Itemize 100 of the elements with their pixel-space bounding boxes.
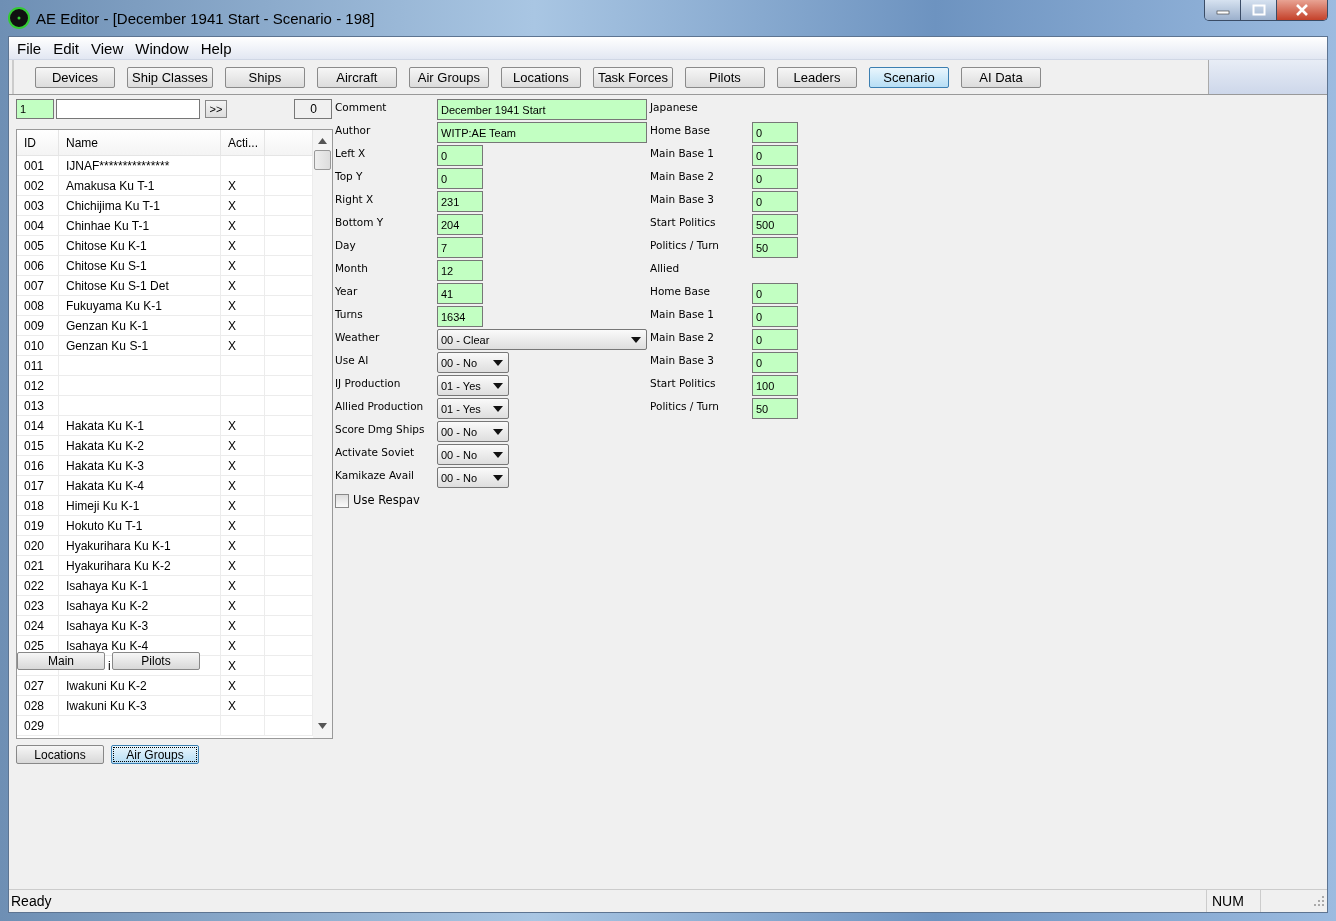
toolbar-button[interactable]: Leaders — [776, 66, 857, 88]
menu-item[interactable]: View — [85, 39, 130, 57]
minimize-button[interactable] — [1205, 0, 1241, 20]
input-field[interactable]: 50 — [752, 237, 798, 258]
toolbar-button[interactable]: Aircraft — [316, 66, 397, 88]
index-field[interactable]: 1 — [16, 99, 54, 119]
scroll-bar[interactable] — [313, 130, 332, 738]
input-field[interactable]: 41 — [437, 283, 483, 304]
dropdown[interactable]: 01 - Yes — [437, 375, 509, 396]
toolbar-button[interactable]: Ship Classes — [127, 66, 213, 88]
table-cell: Isahaya Ku K-1 — [59, 576, 221, 596]
menu-item[interactable]: Edit — [47, 39, 86, 57]
list-tab[interactable]: Air Groups — [111, 745, 199, 764]
input-field[interactable]: 500 — [752, 214, 798, 235]
toolbar-button[interactable]: Devices — [35, 66, 115, 88]
table-cell: 009 — [17, 316, 59, 336]
input-field[interactable]: 0 — [752, 145, 798, 166]
toolbar-button[interactable]: Pilots — [684, 66, 765, 88]
table-cell: Hakata Ku K-4 — [59, 476, 221, 496]
input-field[interactable]: 0 — [752, 306, 798, 327]
count-field: 0 — [294, 99, 332, 119]
input-field[interactable]: 0 — [437, 168, 483, 189]
caret-icon — [493, 451, 503, 458]
table-cell: X — [221, 416, 265, 436]
input-field[interactable]: 231 — [437, 191, 483, 212]
table-cell: Fukuyama Ku K-1 — [59, 296, 221, 316]
field-label: Left X — [335, 146, 367, 159]
list-tab[interactable]: Locations — [16, 745, 104, 764]
table-cell: Genzan Ku K-1 — [59, 316, 221, 336]
input-field[interactable]: 0 — [752, 168, 798, 189]
table-cell: X — [221, 236, 265, 256]
table-cell: X — [221, 616, 265, 636]
menu-item[interactable]: Window — [129, 39, 195, 57]
dropdown[interactable]: 00 - Clear — [437, 329, 647, 350]
table-cell: Chitose Ku S-1 Det — [59, 276, 221, 296]
table-cell: 017 — [17, 476, 59, 496]
field-label: Month — [335, 261, 369, 274]
table-cell: 004 — [17, 216, 59, 236]
table-cell: 028 — [17, 696, 59, 716]
table-cell: 022 — [17, 576, 59, 596]
input-field[interactable]: 50 — [752, 398, 798, 419]
dropdown[interactable]: 00 - No — [437, 467, 509, 488]
input-field[interactable]: WITP:AE Team — [437, 122, 647, 143]
table-cell: 003 — [17, 196, 59, 216]
toolbar-button[interactable]: Air Groups — [408, 66, 489, 88]
checkbox-label[interactable]: Use Respav — [349, 490, 420, 507]
input-field[interactable]: 0 — [752, 191, 798, 212]
status-message: Ready — [10, 893, 53, 909]
overlay-button[interactable]: Main — [17, 652, 105, 670]
input-field[interactable]: 0 — [752, 329, 798, 350]
field-label: Home Base — [650, 123, 711, 136]
table-cell: Chinhae Ku T-1 — [59, 216, 221, 236]
dropdown[interactable]: 00 - No — [437, 444, 509, 465]
table-cell: Iwakuni Ku K-2 — [59, 676, 221, 696]
column-header[interactable]: Acti... — [221, 130, 265, 155]
input-field[interactable]: 1634 — [437, 306, 483, 327]
close-button[interactable] — [1277, 0, 1327, 20]
table-cell: X — [221, 336, 265, 356]
table-cell: 029 — [17, 716, 59, 736]
table-cell: 021 — [17, 556, 59, 576]
input-field[interactable]: 0 — [752, 283, 798, 304]
column-header[interactable]: ID — [17, 130, 59, 155]
toolbar-button[interactable]: Task Forces — [592, 66, 673, 88]
input-field[interactable]: 0 — [437, 145, 483, 166]
table-cell: 019 — [17, 516, 59, 536]
toolbar-button[interactable]: Scenario — [868, 66, 949, 88]
table-cell: X — [221, 496, 265, 516]
checkbox[interactable] — [335, 494, 349, 508]
table-cell: 011 — [17, 356, 59, 376]
menu-item[interactable]: File — [11, 39, 48, 57]
scroll-thumb[interactable] — [314, 150, 331, 170]
search-field[interactable] — [56, 99, 200, 119]
input-field[interactable]: 204 — [437, 214, 483, 235]
input-field[interactable]: 100 — [752, 375, 798, 396]
dropdown[interactable]: 00 - No — [437, 421, 509, 442]
input-field[interactable]: 0 — [752, 352, 798, 373]
dropdown[interactable]: 00 - No — [437, 352, 509, 373]
input-field[interactable]: December 1941 Start — [437, 99, 647, 120]
menu-item[interactable]: Help — [194, 39, 238, 57]
toolbar-button[interactable]: Ships — [224, 66, 305, 88]
input-field[interactable]: 0 — [752, 122, 798, 143]
go-button[interactable]: >> — [205, 100, 227, 118]
section-heading: Allied — [650, 261, 681, 274]
input-field[interactable]: 12 — [437, 260, 483, 281]
toolbar-button[interactable]: Locations — [500, 66, 581, 88]
scroll-up-icon — [318, 138, 327, 144]
input-field[interactable]: 7 — [437, 237, 483, 258]
table-cell: Hyakurihara Ku K-2 — [59, 556, 221, 576]
table-cell: Hakata Ku K-3 — [59, 456, 221, 476]
scroll-down-icon — [318, 723, 327, 729]
app-icon — [8, 7, 30, 29]
dropdown[interactable]: 01 - Yes — [437, 398, 509, 419]
field-label: Day — [335, 238, 357, 251]
overlay-button[interactable]: Pilots — [112, 652, 200, 670]
table-cell: X — [221, 696, 265, 716]
column-header[interactable]: Name — [59, 130, 221, 155]
table-cell: 005 — [17, 236, 59, 256]
table-cell: Amakusa Ku T-1 — [59, 176, 221, 196]
maximize-button[interactable] — [1241, 0, 1277, 20]
toolbar-button[interactable]: AI Data — [960, 66, 1041, 88]
